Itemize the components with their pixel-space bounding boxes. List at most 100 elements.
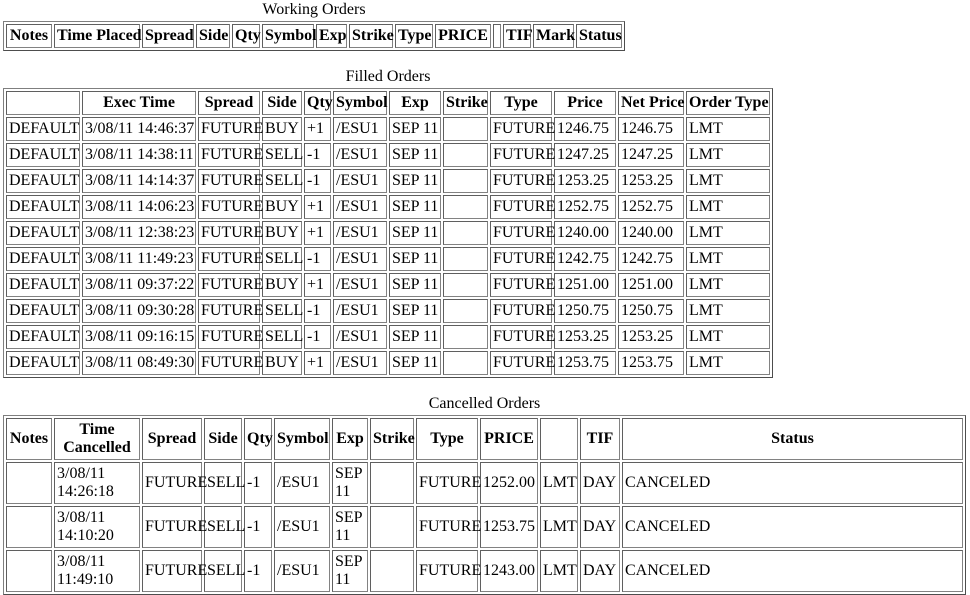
table-cell: SEP 11 [332,506,368,548]
table-cell: 1251.00 [618,273,684,297]
table-cell: 1246.75 [554,117,616,141]
table-cell: SEP 11 [389,325,441,349]
table-cell [443,195,488,219]
table-cell [443,273,488,297]
filled-orders-header: Exec Time Spread Side Qty Symbol Exp Strike Typ… [6,91,770,115]
table-cell: DAY [580,506,620,548]
table-cell: SELL [204,462,245,504]
table-cell [443,169,488,193]
table-cell: 3/08/11 11:49:23 [82,247,196,271]
table-cell [443,143,488,167]
column-header: PRICE [435,24,491,48]
header-row: Exec Time Spread Side Qty Symbol Exp Strike Typ… [6,91,770,115]
column-header: Spread [198,91,260,115]
table-cell: -1 [304,299,331,323]
table-cell: FUTURE [142,550,207,592]
column-header [540,418,578,460]
table-cell: 1253.25 [554,325,616,349]
column-header: Strike [370,418,415,460]
column-header: Symbol [274,418,330,460]
table-cell: 1253.25 [618,169,684,193]
table-cell [370,462,414,504]
table-cell: FUTURE [198,221,263,245]
table-row: DEFAULT 3/08/11 14:38:11 FUTURE SELL -1/ESU1… [6,143,770,167]
table-row: 3/08/11 11:49:10 FUTURE SELL -1/ESU1 SEP 11 F… [6,550,963,592]
table-cell: 1250.75 [618,299,684,323]
table-cell: FUTURE [198,299,263,323]
table-cell: /ESU1 [333,195,387,219]
table-cell: +1 [304,351,331,375]
table-cell: -1 [244,550,272,592]
table-cell [370,506,414,548]
table-cell: 1240.00 [554,221,616,245]
table-cell: LMT [686,169,770,193]
table-cell: SEP 11 [389,169,441,193]
table-row: DEFAULT 3/08/11 14:14:37 FUTURE SELL -1/ESU1… [6,169,770,193]
table-cell: DEFAULT [6,143,80,167]
table-cell: FUTURE [490,195,555,219]
column-header: Side [196,24,230,48]
table-cell: DEFAULT [6,195,80,219]
column-header [6,91,80,115]
table-cell: FUTURE [490,143,555,167]
column-header: Spread [142,24,194,48]
table-cell: LMT [686,351,770,375]
table-row: DEFAULT 3/08/11 08:49:30 FUTURE BUY +1/ESU1 S… [6,351,770,375]
table-row: DEFAULT 3/08/11 09:30:28 FUTURE SELL -1/ESU1… [6,299,770,323]
table-cell: /ESU1 [333,247,387,271]
table-cell: SEP 11 [389,143,441,167]
table-row: DEFAULT 3/08/11 09:16:15 FUTURE SELL -1/ESU1… [6,325,770,349]
table-cell: 3/08/11 09:37:22 [82,273,196,297]
working-orders-title: Working Orders [262,1,366,18]
table-cell: 3/08/11 14:46:37 [82,117,196,141]
table-cell [443,351,488,375]
table-cell: /ESU1 [333,299,387,323]
table-cell: -1 [304,169,331,193]
table-cell: LMT [686,195,770,219]
working-orders-table: Working Orders Notes Time Placed Spread Sid… [3,1,625,51]
table-cell: DEFAULT [6,221,80,245]
column-header: Qty [304,91,333,115]
table-cell: 3/08/11 14:10:20 [54,506,140,548]
column-header: Qty [232,24,261,48]
column-header: Type [395,24,433,48]
table-cell: SEP 11 [389,351,441,375]
table-row: 3/08/11 14:26:18 FUTURE SELL -1/ESU1 SEP 11 F… [6,462,963,504]
column-header: Order Type [686,91,770,115]
table-cell [6,462,52,504]
table-cell: DEFAULT [6,247,80,271]
table-cell: FUTURE [198,143,263,167]
table-cell: /ESU1 [333,143,387,167]
column-header: Status [622,418,963,460]
table-cell: FUTURE [142,462,207,504]
table-cell: /ESU1 [274,550,330,592]
table-cell: FUTURE [198,325,263,349]
filled-orders-table: Filled Orders Exec Time Spread Side Qty Symb… [3,68,773,378]
table-cell: 1242.75 [554,247,616,271]
table-cell: 1253.25 [554,169,616,193]
table-cell: /ESU1 [333,325,387,349]
table-cell: -1 [304,247,331,271]
column-header: TIF [503,24,533,48]
table-cell: /ESU1 [274,462,330,504]
table-cell: 3/08/11 12:38:23 [82,221,196,245]
table-cell: SELL [204,506,245,548]
table-cell: LMT [686,117,770,141]
table-cell: SEP 11 [389,221,441,245]
table-cell: DEFAULT [6,299,80,323]
table-cell: LMT [540,550,578,592]
column-header: Side [262,91,302,115]
table-cell: FUTURE [490,169,555,193]
table-cell: BUY [262,273,302,297]
table-cell: 3/08/11 14:38:11 [82,143,196,167]
column-header: Type [490,91,552,115]
table-cell: 1242.75 [618,247,684,271]
table-cell: FUTURE [416,550,481,592]
column-header: Exp [389,91,441,115]
column-header: Notes [6,418,52,460]
table-cell: -1 [304,325,331,349]
table-cell: /ESU1 [333,273,387,297]
table-cell: SELL [262,247,303,271]
table-cell: 1247.25 [554,143,616,167]
table-cell: +1 [304,195,331,219]
